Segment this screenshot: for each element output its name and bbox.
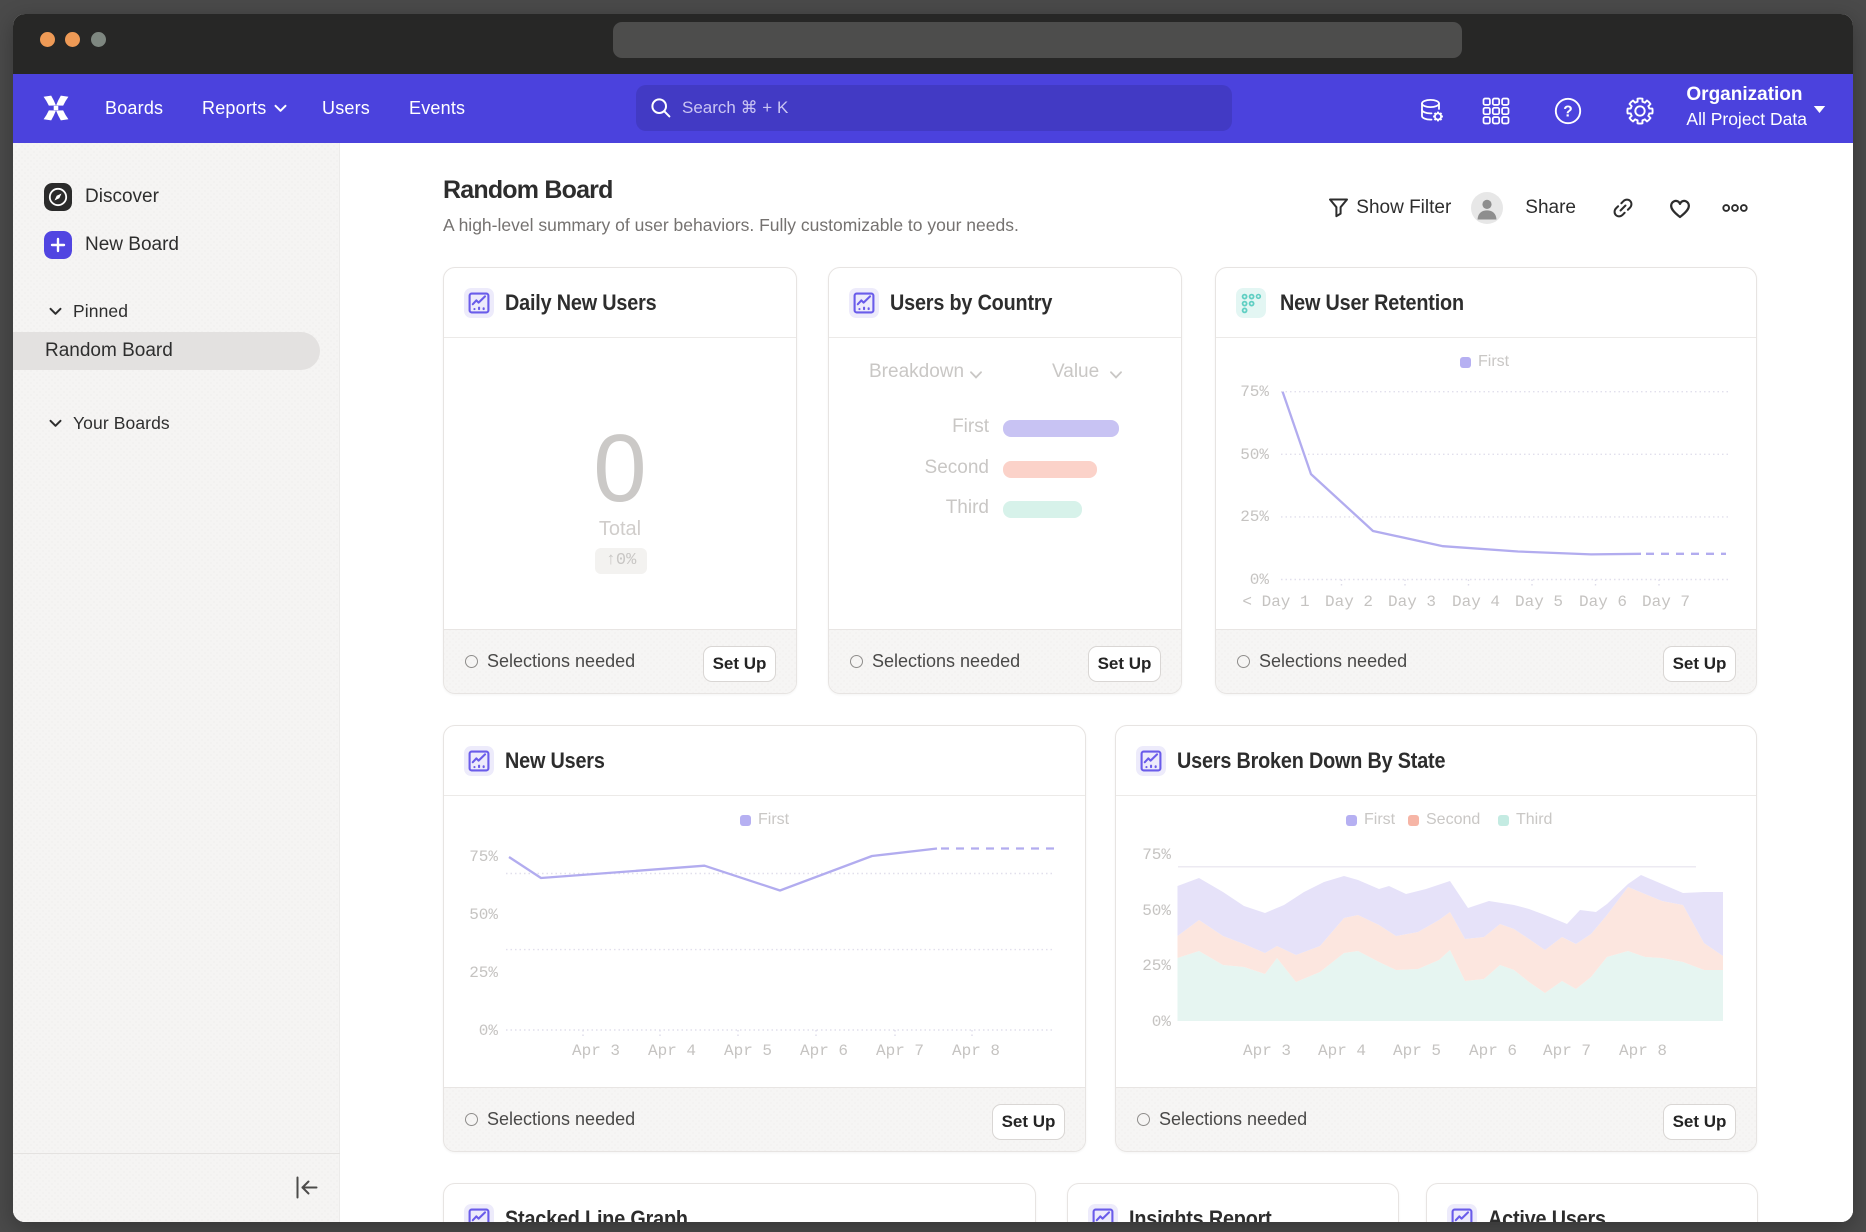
svg-text:?: ? bbox=[1563, 103, 1572, 120]
